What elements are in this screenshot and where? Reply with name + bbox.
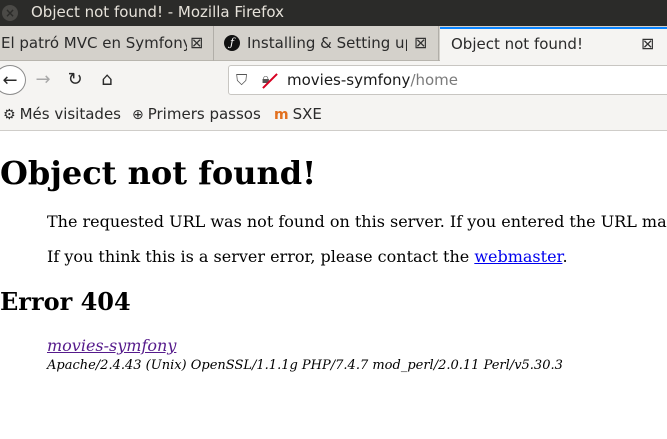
bookmark-label: Primers passos — [147, 105, 261, 123]
back-button[interactable]: ← — [0, 65, 26, 95]
tab-label: El patró MVC en Symfony — [1, 34, 187, 52]
tab-mvc-symfony[interactable]: El patró MVC en Symfony ⊠ — [0, 26, 214, 61]
url-text[interactable]: movies-symfony/home — [287, 71, 458, 89]
page-content: Object not found! The requested URL was … — [0, 132, 667, 439]
error-message: The requested URL was not found on this … — [47, 212, 667, 231]
tab-close-icon[interactable]: ⊠ — [641, 34, 654, 53]
contact-period: . — [562, 247, 568, 266]
window-close-button[interactable]: × — [2, 5, 18, 21]
bookmark-getting-started[interactable]: ⊕ Primers passos — [132, 105, 261, 123]
globe-icon: ⊕ — [132, 107, 144, 123]
tab-installing-setting-up[interactable]: ƒ Installing & Setting up ⊠ — [215, 26, 439, 61]
home-button[interactable]: ⌂ — [92, 65, 122, 95]
shield-icon[interactable]: ⛉ — [236, 71, 247, 89]
symfony-favicon-icon: ƒ — [224, 35, 240, 51]
forward-button[interactable]: → — [28, 65, 58, 95]
gear-icon: ⚙ — [3, 107, 16, 123]
bookmarks-toolbar: ⚙ Més visitades ⊕ Primers passos m SXE — [0, 98, 667, 131]
tab-close-icon[interactable]: ⊠ — [414, 33, 427, 52]
tab-object-not-found[interactable]: Object not found! ⊠ — [440, 27, 667, 61]
tab-label: Object not found! — [451, 35, 583, 53]
bookmark-label: Més visitades — [19, 105, 121, 123]
server-signature: Apache/2.4.43 (Unix) OpenSSL/1.1.1g PHP/… — [47, 358, 563, 373]
contact-text: If you think this is a server error, ple… — [47, 247, 475, 266]
tab-close-icon[interactable]: ⊠ — [190, 33, 203, 52]
server-name-link[interactable]: movies-symfony — [47, 336, 176, 355]
tab-label: Installing & Setting up — [247, 34, 407, 52]
moodle-icon: m — [274, 107, 289, 123]
url-path: /home — [410, 71, 459, 89]
bookmark-sxe[interactable]: m SXE — [274, 105, 322, 123]
window-title: Object not found! - Mozilla Firefox — [31, 3, 285, 21]
page-title: Object not found! — [0, 154, 317, 192]
contact-message: If you think this is a server error, ple… — [47, 247, 568, 266]
bookmark-most-visited[interactable]: ⚙ Més visitades — [3, 105, 121, 123]
window-titlebar: × Object not found! - Mozilla Firefox — [0, 0, 667, 26]
tab-strip: El patró MVC en Symfony ⊠ ƒ Installing &… — [0, 26, 667, 61]
reload-button[interactable]: ↻ — [60, 65, 90, 95]
webmaster-link[interactable]: webmaster — [474, 247, 562, 266]
error-code-heading: Error 404 — [0, 287, 131, 316]
navigation-toolbar: ← → ↻ ⌂ ⛉ 🔒︎ movies-symfony/home — [0, 61, 667, 98]
bookmark-label: SXE — [292, 105, 322, 123]
url-host: movies-symfony — [287, 71, 411, 89]
address-bar[interactable]: ⛉ 🔒︎ movies-symfony/home — [228, 65, 667, 95]
